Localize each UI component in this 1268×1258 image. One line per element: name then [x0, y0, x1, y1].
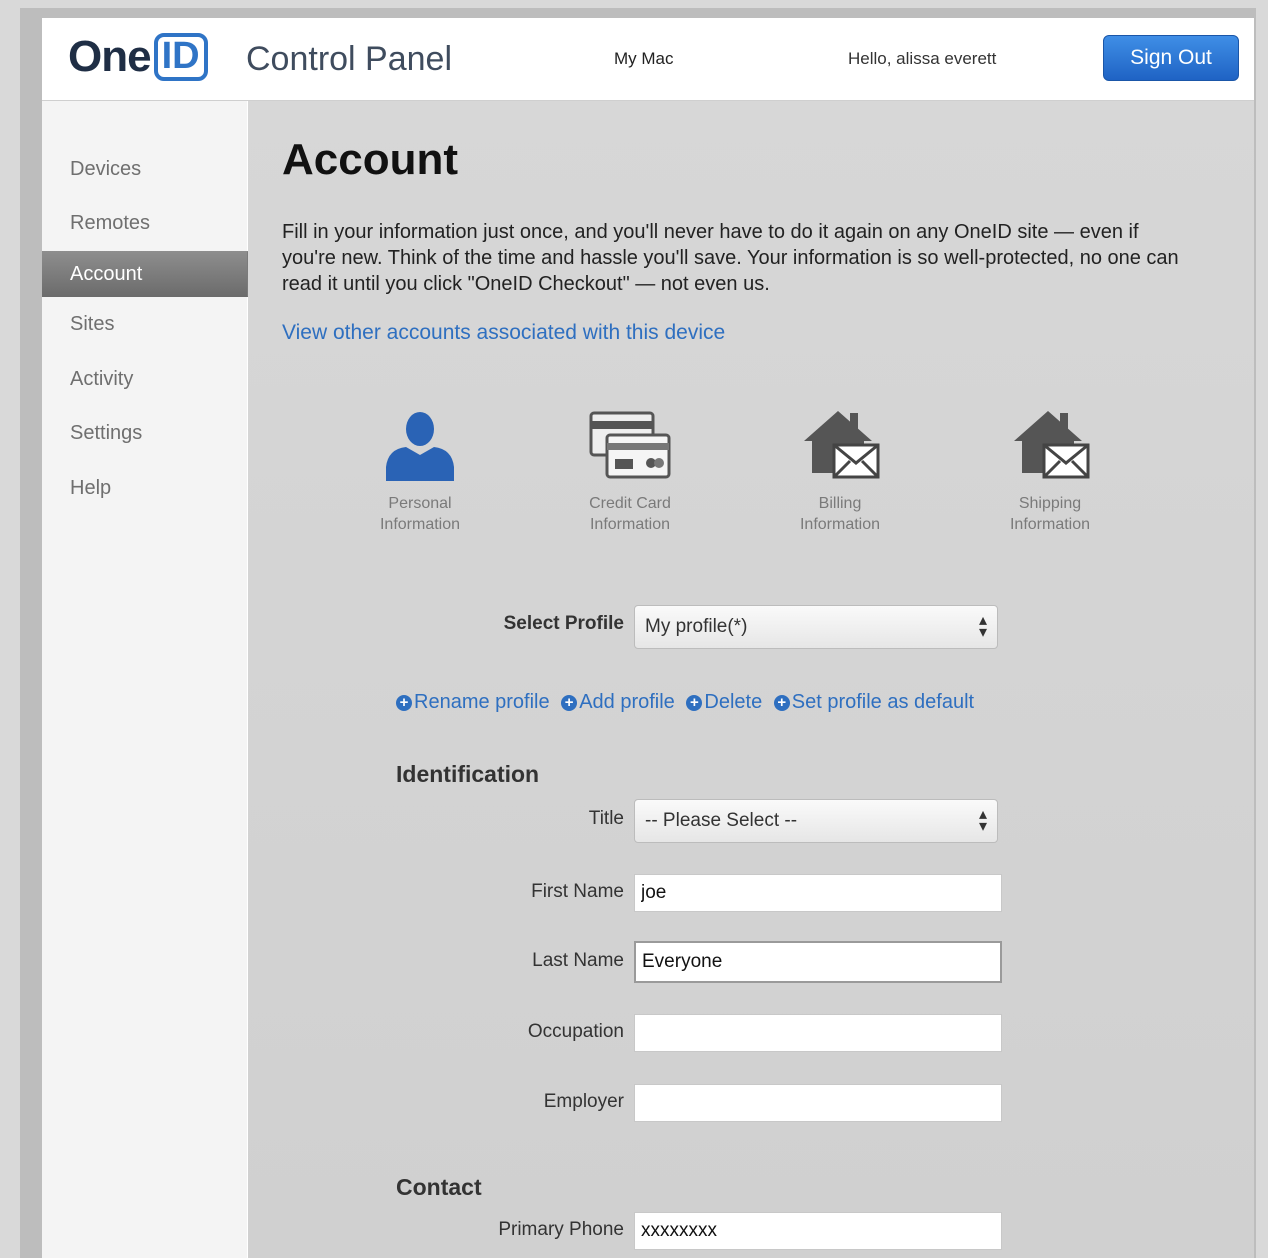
delete-profile-link[interactable]: + Delete: [686, 691, 762, 713]
select-arrows-icon: ▴ ▾: [978, 806, 987, 835]
credit-card-information-tab[interactable]: Credit Card Information: [555, 401, 705, 535]
occupation-label: Occupation: [527, 1021, 624, 1042]
category-label: Credit Card: [589, 495, 671, 512]
category-label: Billing: [818, 495, 862, 512]
set-default-profile-label: Set profile as default: [791, 691, 975, 713]
add-profile-link[interactable]: + Add profile: [561, 691, 675, 713]
add-profile-label: Add profile: [579, 691, 675, 713]
select-profile-dropdown[interactable]: My profile(*) ▴ ▾: [634, 605, 998, 649]
intro-text: Fill in your information just once, and …: [282, 221, 1179, 295]
profile-actions: + Rename profile + Add profile + Delete + Se…: [396, 691, 980, 714]
page-title: Account: [282, 135, 458, 184]
header: One ID Control Panel My Mac Hello, aliss…: [42, 18, 1254, 101]
device-name: My Mac: [614, 49, 674, 68]
personal-information-tab[interactable]: Personal Information: [345, 401, 495, 535]
employer-label: Employer: [543, 1091, 624, 1112]
sidebar-item-sites[interactable]: Sites: [70, 313, 114, 336]
house-mail-icon: [1014, 411, 1090, 479]
select-arrows-icon: ▴ ▾: [978, 612, 987, 641]
logo-text-id: ID: [153, 33, 208, 81]
sidebar-item-account-label[interactable]: Account: [70, 263, 142, 286]
first-name-field[interactable]: [634, 874, 1002, 912]
employer-field[interactable]: [634, 1084, 1002, 1122]
last-name-field[interactable]: [634, 941, 1002, 983]
set-default-profile-link[interactable]: + Set profile as default: [773, 691, 975, 713]
shipping-information-tab[interactable]: Shipping Information: [975, 401, 1125, 535]
plus-circle-icon: +: [773, 695, 790, 711]
category-label: Personal: [388, 495, 452, 512]
app-title: Control Panel: [246, 40, 453, 78]
sign-out-button[interactable]: Sign Out: [1103, 35, 1239, 81]
plus-circle-icon: +: [396, 695, 412, 711]
select-profile-label: Select Profile: [503, 613, 624, 634]
identification-heading: Identification: [396, 761, 540, 787]
title-label: Title: [588, 808, 624, 829]
delete-profile-label: Delete: [704, 691, 763, 713]
category-label: Information: [589, 516, 671, 533]
category-label: Information: [799, 516, 881, 533]
billing-information-tab[interactable]: Billing Information: [765, 401, 915, 535]
person-icon: [386, 412, 454, 481]
sidebar-item-help[interactable]: Help: [70, 477, 111, 500]
first-name-label: First Name: [531, 881, 624, 902]
title-value: -- Please Select --: [645, 810, 798, 831]
window-frame: One ID Control Panel My Mac Hello, aliss…: [20, 8, 1256, 1258]
main-content: Account Fill in your information just on…: [248, 101, 1254, 1258]
app-window: One ID Control Panel My Mac Hello, aliss…: [42, 18, 1254, 1258]
house-mail-icon: [804, 411, 880, 479]
view-other-accounts-link[interactable]: View other accounts associated with this…: [282, 321, 725, 345]
category-label: Shipping: [1018, 495, 1082, 512]
plus-circle-icon: +: [561, 695, 578, 711]
plus-circle-icon: +: [686, 695, 703, 711]
title-dropdown[interactable]: -- Please Select -- ▴ ▾: [634, 799, 998, 843]
credit-card-icon: [589, 411, 671, 479]
last-name-label: Last Name: [532, 950, 624, 971]
oneid-logo[interactable]: One ID: [68, 32, 208, 82]
sidebar-item-devices[interactable]: Devices: [70, 158, 141, 181]
select-profile-value: My profile(*): [645, 616, 748, 637]
occupation-field[interactable]: [634, 1014, 1002, 1052]
category-label: Information: [379, 516, 461, 533]
primary-phone-label: Primary Phone: [498, 1219, 624, 1240]
sidebar-item-activity[interactable]: Activity: [70, 368, 133, 391]
rename-profile-label: Rename profile: [414, 691, 550, 713]
contact-heading: Contact: [396, 1174, 482, 1200]
user-greeting: Hello, alissa everett: [848, 49, 997, 68]
sidebar: Devices Remotes Account Sites Activity S…: [42, 101, 267, 1258]
sidebar-item-remotes[interactable]: Remotes: [70, 212, 150, 235]
sidebar-item-settings[interactable]: Settings: [70, 422, 142, 445]
category-label: Information: [1009, 516, 1091, 533]
rename-profile-link[interactable]: + Rename profile: [396, 691, 550, 713]
primary-phone-field[interactable]: [634, 1212, 1002, 1250]
logo-text-one: One: [68, 32, 152, 81]
